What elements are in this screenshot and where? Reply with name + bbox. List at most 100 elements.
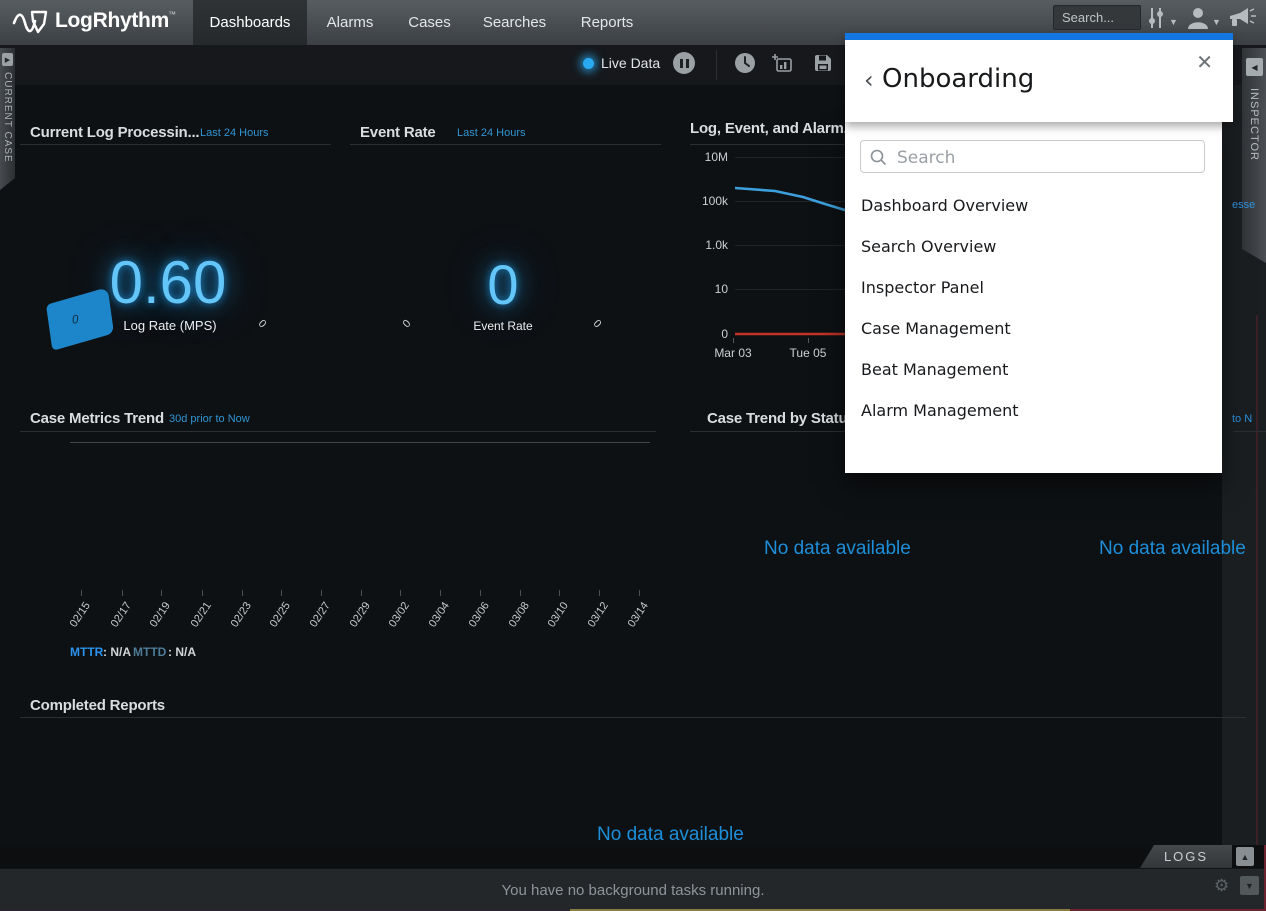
divider [20,717,1246,718]
user-caret-icon[interactable]: ▼ [1212,17,1221,27]
date-label: 03/14 [609,600,651,655]
y-tick-100k: 100k [690,194,728,208]
status-message: You have no background tasks running. [502,882,765,899]
onboarding-item-alarm-management[interactable]: Alarm Management [861,401,1191,425]
event-rate-range[interactable]: Last 24 Hours [457,127,525,139]
event-rate-title: Event Rate [360,124,436,141]
expand-current-case-arrow-icon[interactable]: ▶ [2,53,13,66]
case-metrics-range[interactable]: 30d prior to Now [169,413,250,425]
popup-top-accent-bar [845,33,1233,40]
event-rate-gauge-value: 0 [468,252,538,317]
popup-back-chevron-icon[interactable]: ‹ [864,66,874,94]
y-tick-10M: 10M [690,150,728,164]
divider [1233,431,1266,432]
right-panel-range-fragment: to N [1232,413,1252,425]
date-label: 02/23 [212,600,254,655]
inspector-side-tab[interactable]: ◀ INSPECTOR [1242,48,1266,263]
event-rate-gauge-label: Event Rate [453,319,553,333]
right-panel-text-fragment: esse [1232,199,1255,211]
case-metrics-title: Case Metrics Trend [30,410,164,427]
tab-reports[interactable]: Reports [563,0,651,45]
logs-drawer-tab[interactable]: LOGS [1140,845,1232,868]
divider [20,144,331,145]
search-magnifier-icon [870,149,887,166]
live-data-indicator-dot [583,58,594,69]
logs-trend-line [735,188,848,211]
date-tick [480,590,481,596]
date-label: 02/29 [331,600,373,655]
popup-search-input[interactable] [895,145,1199,171]
onboarding-item-search-overview[interactable]: Search Overview [861,237,1191,261]
divider [350,144,661,145]
add-widget-icon[interactable] [770,54,792,77]
date-label: 03/06 [450,600,492,655]
date-tick [440,590,441,596]
case-trend-no-data: No data available [764,538,911,560]
filters-sliders-icon[interactable] [1146,7,1166,34]
tab-alarms[interactable]: Alarms [307,0,393,45]
right-panel-no-data: No data available [1099,538,1246,560]
log-event-alarm-title: Log, Event, and Alarm... [690,120,845,137]
logo-trademark: ™ [168,10,176,19]
user-profile-icon[interactable] [1186,5,1210,34]
onboarding-popup-body: Dashboard Overview Search Overview Inspe… [845,122,1222,473]
tab-dashboards[interactable]: Dashboards [193,0,307,45]
y-tick-10: 10 [690,282,728,296]
date-label: 03/02 [370,600,412,655]
onboarding-item-beat-management[interactable]: Beat Management [861,360,1191,384]
date-tick [599,590,600,596]
gauge-min-label: 0 [71,312,79,327]
case-trend-title: Case Trend by Status [707,410,856,427]
save-dashboard-icon[interactable] [813,53,833,78]
tab-searches[interactable]: Searches [466,0,563,45]
onboarding-item-case-management[interactable]: Case Management [861,319,1191,343]
popup-search-box[interactable] [860,140,1205,173]
onboarding-item-dashboard-overview[interactable]: Dashboard Overview [861,196,1191,220]
collapse-tasks-arrow-icon[interactable]: ▼ [1240,876,1259,895]
date-tick [161,590,162,596]
global-search-input[interactable] [1053,5,1141,30]
pause-button[interactable] [673,52,695,74]
tab-cases[interactable]: Cases [393,0,466,45]
log-processing-range[interactable]: Last 24 Hours [200,127,268,139]
date-tick [559,590,560,596]
date-tick [202,590,203,596]
log-event-alarm-chart [735,155,848,340]
popup-title: Onboarding [882,64,1034,94]
current-case-side-tab[interactable]: ▶ CURRENT CASE [0,48,15,190]
log-processing-title: Current Log Processin... [30,124,199,141]
expand-logs-arrow-icon[interactable]: ▲ [1236,847,1254,866]
divider [20,431,656,432]
completed-reports-no-data: No data available [597,824,744,846]
event-gauge-max-label: 0 [591,318,604,331]
announcements-megaphone-icon[interactable] [1228,7,1256,34]
logo-text: LogRhythm [55,9,169,33]
toolbar-divider [716,50,717,80]
tasks-settings-gear-icon[interactable]: ⚙ [1214,876,1229,896]
date-tick [400,590,401,596]
time-range-clock-icon[interactable] [734,52,756,79]
date-tick [122,590,123,596]
logrhythm-logo-icon [12,8,50,43]
collapse-inspector-arrow-icon[interactable]: ◀ [1246,58,1263,76]
divider [690,144,845,145]
logs-tab-row [0,845,1266,868]
y-tick-1k: 1.0k [690,238,728,252]
application-window: LogRhythm ™ Dashboards Alarms Cases Sear… [0,0,1266,911]
date-tick [639,590,640,596]
onboarding-popup-header: ‹ Onboarding ✕ [845,33,1233,122]
inspector-tab-label: INSPECTOR [1248,88,1260,161]
right-accent-line [1256,315,1258,845]
date-tick [321,590,322,596]
event-gauge-min-label: 0 [401,318,414,331]
filters-caret-icon[interactable]: ▼ [1169,17,1178,27]
background-tasks-status-bar: You have no background tasks running. [0,868,1266,911]
chart-top-axis [70,442,650,443]
y-tick-0: 0 [690,327,728,341]
live-data-label: Live Data [601,55,660,71]
x-tick-mar03: Mar 03 [703,346,763,360]
date-tick [361,590,362,596]
popup-close-icon[interactable]: ✕ [1196,50,1213,74]
onboarding-item-inspector-panel[interactable]: Inspector Panel [861,278,1191,302]
mttr-value: : N/A [103,645,131,659]
